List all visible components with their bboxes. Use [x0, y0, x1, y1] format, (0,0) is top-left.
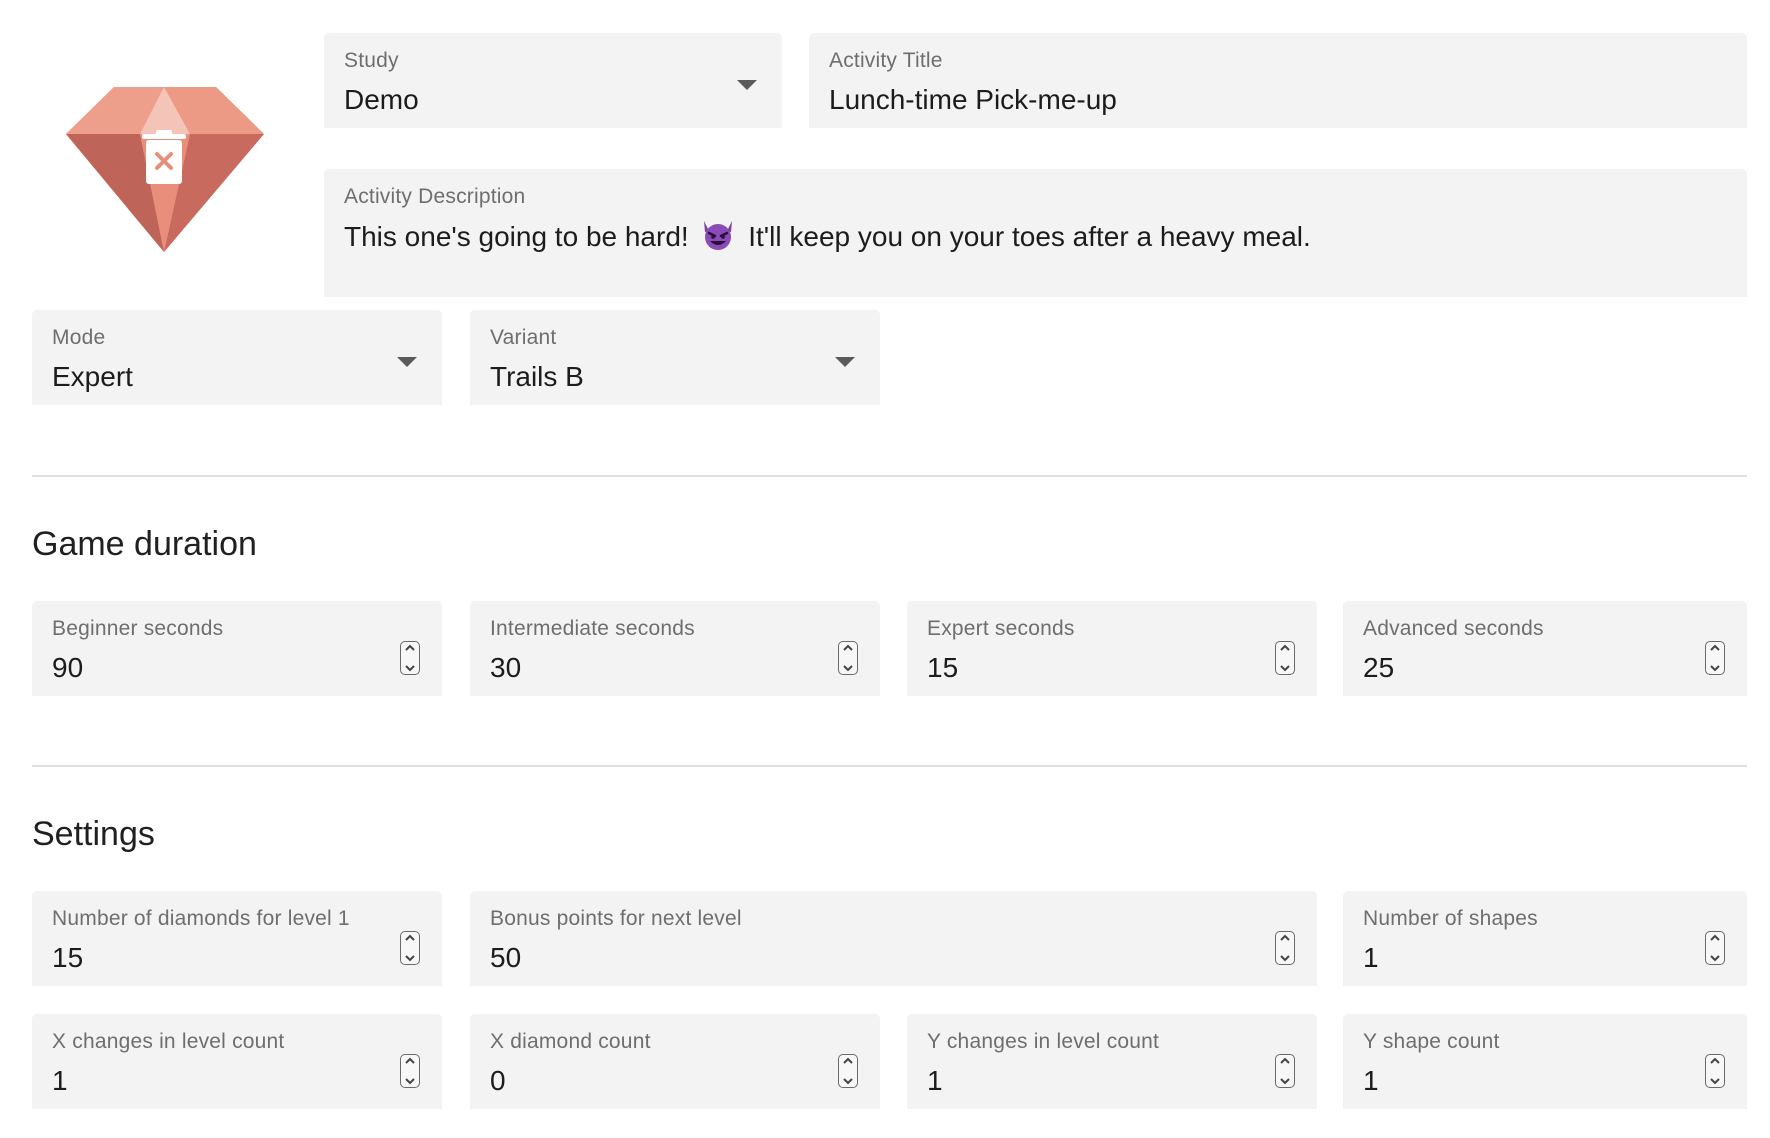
number-stepper[interactable] — [838, 641, 858, 675]
expert-seconds-field[interactable]: Expert seconds 15 — [907, 601, 1317, 696]
chevron-up-icon[interactable] — [1709, 644, 1721, 652]
x-diamond-count-field[interactable]: X diamond count 0 — [470, 1014, 880, 1109]
number-stepper[interactable] — [1275, 1054, 1295, 1088]
field-value: 1 — [52, 1065, 68, 1096]
chevron-down-icon[interactable] — [397, 357, 417, 367]
number-stepper[interactable] — [400, 641, 420, 675]
field-value: 15 — [52, 942, 84, 973]
chevron-up-icon[interactable] — [1709, 934, 1721, 942]
number-stepper[interactable] — [1705, 931, 1725, 965]
chevron-up-icon[interactable] — [1279, 644, 1291, 652]
chevron-down-icon[interactable] — [1709, 954, 1721, 962]
y-shape-count-field[interactable]: Y shape count 1 — [1343, 1014, 1747, 1109]
chevron-down-icon[interactable] — [737, 80, 757, 90]
activity-title-label: Activity Title — [829, 49, 943, 72]
activity-title-value: Lunch-time Pick-me-up — [829, 84, 1117, 115]
chevron-down-icon[interactable] — [1709, 1077, 1721, 1085]
study-value: Demo — [344, 84, 419, 115]
chevron-up-icon[interactable] — [404, 1057, 416, 1065]
chevron-down-icon[interactable] — [1279, 664, 1291, 672]
mode-label: Mode — [52, 326, 106, 349]
field-label: Number of diamonds for level 1 — [52, 907, 350, 930]
number-stepper[interactable] — [838, 1054, 858, 1088]
field-label: Number of shapes — [1363, 907, 1538, 930]
study-select[interactable]: Study Demo — [324, 33, 782, 128]
y-changes-field[interactable]: Y changes in level count 1 — [907, 1014, 1317, 1109]
number-stepper[interactable] — [1705, 641, 1725, 675]
field-value: 25 — [1363, 652, 1395, 683]
description-text-before: This one's going to be hard! — [344, 221, 689, 252]
chevron-down-icon[interactable] — [1279, 1077, 1291, 1085]
activity-description-value: This one's going to be hard! It'll keep … — [344, 219, 1727, 254]
chevron-down-icon[interactable] — [404, 664, 416, 672]
activity-description-field[interactable]: Activity Description This one's going to… — [324, 169, 1747, 297]
chevron-down-icon[interactable] — [1709, 664, 1721, 672]
chevron-down-icon[interactable] — [404, 954, 416, 962]
number-of-shapes-field[interactable]: Number of shapes 1 — [1343, 891, 1747, 986]
number-stepper[interactable] — [1275, 641, 1295, 675]
trash-icon — [142, 130, 186, 184]
field-label: Y shape count — [1363, 1030, 1500, 1053]
chevron-down-icon[interactable] — [835, 357, 855, 367]
field-label: Expert seconds — [927, 617, 1075, 640]
number-stepper[interactable] — [400, 931, 420, 965]
field-label: X diamond count — [490, 1030, 651, 1053]
bonus-points-field[interactable]: Bonus points for next level 50 — [470, 891, 1317, 986]
field-label: Beginner seconds — [52, 617, 224, 640]
field-label: Intermediate seconds — [490, 617, 695, 640]
number-stepper[interactable] — [1275, 931, 1295, 965]
number-stepper[interactable] — [1705, 1054, 1725, 1088]
field-value: 1 — [927, 1065, 943, 1096]
field-value: 90 — [52, 652, 84, 683]
field-label: X changes in level count — [52, 1030, 285, 1053]
field-value: 30 — [490, 652, 522, 683]
chevron-down-icon[interactable] — [404, 1077, 416, 1085]
description-text-after: It'll keep you on your toes after a heav… — [748, 221, 1311, 252]
number-stepper[interactable] — [400, 1054, 420, 1088]
diamond-delete-icon — [66, 87, 264, 252]
field-label: Bonus points for next level — [490, 907, 742, 930]
chevron-up-icon[interactable] — [1279, 1057, 1291, 1065]
beginner-seconds-field[interactable]: Beginner seconds 90 — [32, 601, 442, 696]
chevron-down-icon[interactable] — [842, 664, 854, 672]
section-divider — [32, 765, 1747, 767]
chevron-up-icon[interactable] — [842, 644, 854, 652]
chevron-up-icon[interactable] — [404, 934, 416, 942]
variant-select[interactable]: Variant Trails B — [470, 310, 880, 405]
section-divider — [32, 475, 1747, 477]
activity-title-field[interactable]: Activity Title Lunch-time Pick-me-up — [809, 33, 1747, 128]
settings-title: Settings — [32, 815, 155, 853]
field-label: Advanced seconds — [1363, 617, 1544, 640]
field-value: 1 — [1363, 1065, 1379, 1096]
activity-avatar[interactable] — [60, 84, 270, 254]
chevron-down-icon[interactable] — [842, 1077, 854, 1085]
field-value: 1 — [1363, 942, 1379, 973]
advanced-seconds-field[interactable]: Advanced seconds 25 — [1343, 601, 1747, 696]
variant-label: Variant — [490, 326, 557, 349]
variant-value: Trails B — [490, 361, 584, 392]
game-duration-title: Game duration — [32, 525, 257, 563]
chevron-down-icon[interactable] — [1279, 954, 1291, 962]
field-value: 15 — [927, 652, 959, 683]
field-value: 50 — [490, 942, 522, 973]
activity-description-label: Activity Description — [344, 185, 526, 208]
chevron-up-icon[interactable] — [404, 644, 416, 652]
smiling-devil-emoji — [704, 221, 733, 250]
diamonds-level1-field[interactable]: Number of diamonds for level 1 15 — [32, 891, 442, 986]
intermediate-seconds-field[interactable]: Intermediate seconds 30 — [470, 601, 880, 696]
chevron-up-icon[interactable] — [1709, 1057, 1721, 1065]
mode-select[interactable]: Mode Expert — [32, 310, 442, 405]
study-label: Study — [344, 49, 399, 72]
chevron-up-icon[interactable] — [842, 1057, 854, 1065]
mode-value: Expert — [52, 361, 133, 392]
chevron-up-icon[interactable] — [1279, 934, 1291, 942]
field-value: 0 — [490, 1065, 506, 1096]
x-changes-field[interactable]: X changes in level count 1 — [32, 1014, 442, 1109]
field-label: Y changes in level count — [927, 1030, 1160, 1053]
